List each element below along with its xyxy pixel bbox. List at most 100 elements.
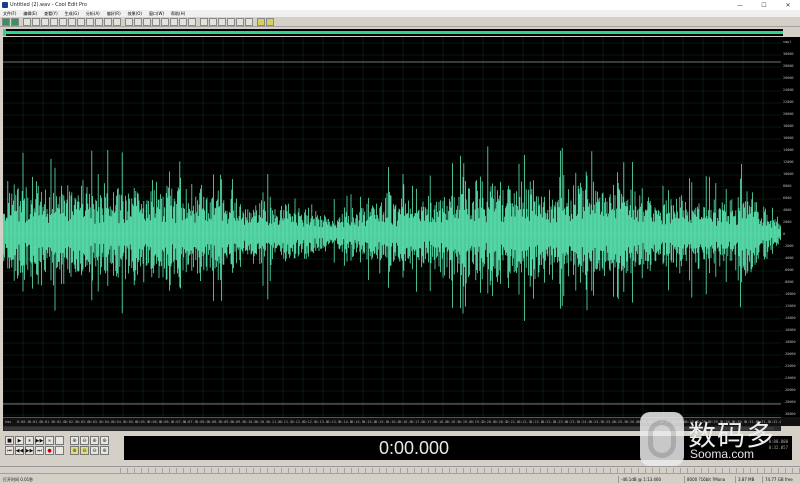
zoom-in-v-icon[interactable]: ⊖ xyxy=(90,446,99,455)
save-button[interactable] xyxy=(41,17,49,26)
minimize-button[interactable]: — xyxy=(728,0,752,10)
ruler-label: 0:20.5 xyxy=(494,420,508,424)
metronome-button[interactable] xyxy=(200,17,208,26)
mix-paste-button[interactable] xyxy=(95,17,103,26)
cue-button[interactable] xyxy=(179,17,187,26)
ruler-label: 0:12.0 xyxy=(291,420,305,424)
play-button[interactable]: ▶ xyxy=(15,436,24,445)
zoom-out-h-icon[interactable]: ⊖ xyxy=(80,436,89,445)
scale-label: -10000 xyxy=(783,292,796,296)
scale-label: 6000 xyxy=(783,196,792,200)
ruler-label: 0:25.0 xyxy=(601,420,615,424)
multi-1-button[interactable] xyxy=(257,17,265,26)
ruler-label: 0:19.0 xyxy=(458,420,472,424)
redo-button[interactable] xyxy=(59,17,67,26)
pause-button[interactable]: ⏸ xyxy=(25,436,34,445)
play-list-button[interactable] xyxy=(188,17,196,26)
zoom-out-button[interactable] xyxy=(134,17,142,26)
blank-button-2[interactable] xyxy=(55,446,64,455)
play-to-end-button[interactable]: ▶▶ xyxy=(35,436,44,445)
spectral-button[interactable] xyxy=(143,17,151,26)
ruler-label: 0:23.5 xyxy=(566,420,579,424)
wave-4-button[interactable] xyxy=(245,17,253,26)
zoom-buttons: ⊕ ⊖ ⊕ ⊕ ⊕ ⊖ ⊖ ⊕ xyxy=(70,436,109,455)
copy-button[interactable] xyxy=(77,17,85,26)
scale-label: -18000 xyxy=(783,340,796,344)
overview-bar[interactable] xyxy=(3,29,783,36)
menu-help[interactable]: 帮助(H) xyxy=(171,11,185,17)
wave-2-button[interactable] xyxy=(227,17,235,26)
ruler-label: 0:17.0 xyxy=(410,420,424,424)
waveform-display[interactable] xyxy=(3,37,781,417)
multi-2-button[interactable] xyxy=(266,17,274,26)
menu-favorites[interactable]: 偏好(R) xyxy=(107,11,121,17)
scale-label: -24000 xyxy=(783,376,796,380)
settings-button[interactable] xyxy=(152,17,160,26)
wave-view-button[interactable] xyxy=(11,17,19,26)
scale-label: 16000 xyxy=(783,136,794,140)
ruler-label: 0:01.0 xyxy=(28,420,42,424)
open-button[interactable] xyxy=(32,17,40,26)
record-button[interactable]: ● xyxy=(45,446,54,455)
menu-effects[interactable]: 效果(O) xyxy=(128,11,142,17)
go-start-button[interactable]: ⏮ xyxy=(5,446,14,455)
app-icon xyxy=(2,2,8,8)
blank-button[interactable] xyxy=(55,436,64,445)
scale-label: -16000 xyxy=(783,328,796,332)
track-view-button[interactable] xyxy=(2,17,10,26)
forward-button[interactable]: ▶▶ xyxy=(25,446,34,455)
rewind-button[interactable]: ◀◀ xyxy=(15,446,24,455)
menu-edit[interactable]: 编辑(E) xyxy=(23,11,37,17)
scale-label: 10000 xyxy=(783,172,794,176)
window-title: Untitled (2).wav - Cool Edit Pro xyxy=(10,2,87,8)
paste-button[interactable] xyxy=(86,17,94,26)
waveform-svg xyxy=(3,37,781,417)
scan-button[interactable] xyxy=(170,17,178,26)
ruler-label: 0:20.0 xyxy=(482,420,496,424)
menu-window[interactable]: 窗口(W) xyxy=(149,11,164,17)
go-end-button[interactable]: ⏭ xyxy=(35,446,44,455)
scale-label: 12000 xyxy=(783,160,794,164)
crop-button[interactable] xyxy=(104,17,112,26)
scale-label: -20000 xyxy=(783,352,796,356)
record-level-button[interactable] xyxy=(209,17,217,26)
silence-button[interactable] xyxy=(113,17,121,26)
ruler-label: 0:15.0 xyxy=(363,420,376,424)
maximize-button[interactable]: ☐ xyxy=(752,0,776,10)
menu-analyze[interactable]: 分析(A) xyxy=(86,11,100,17)
overview-handle[interactable] xyxy=(3,29,6,36)
zoom-selection-icon[interactable]: ⊕ xyxy=(100,436,109,445)
ruler-label: 0:13.5 xyxy=(327,420,340,424)
ruler-label: 0:21.5 xyxy=(518,420,531,424)
undo-button[interactable] xyxy=(50,17,58,26)
ruler-label: 0:11.5 xyxy=(279,420,293,424)
zoom-full-icon[interactable]: ⊕ xyxy=(90,436,99,445)
menu-generate[interactable]: 生成(G) xyxy=(65,11,79,17)
scale-label: 14000 xyxy=(783,148,794,152)
ruler-label: 0:03.0 xyxy=(76,420,90,424)
sample-scale: smpl 30000 28000 26000 24000 22000 20000 18000 1… xyxy=(781,37,800,417)
scale-label: 2000 xyxy=(783,220,792,224)
ruler-label: 0:24.0 xyxy=(578,420,591,424)
zoom-right-icon[interactable]: ⊖ xyxy=(80,446,89,455)
loop-button[interactable] xyxy=(161,17,169,26)
zoom-in-h-icon[interactable]: ⊕ xyxy=(70,436,79,445)
zoom-out-v-icon[interactable]: ⊕ xyxy=(100,446,109,455)
ruler-label: 0:10.5 xyxy=(255,420,269,424)
ruler-label: 0:14.0 xyxy=(339,420,352,424)
cut-button[interactable] xyxy=(68,17,76,26)
wave-1-button[interactable] xyxy=(218,17,226,26)
wave-3-button[interactable] xyxy=(236,17,244,26)
menu-view[interactable]: 查看(Y) xyxy=(44,11,58,17)
zoom-left-icon[interactable]: ⊕ xyxy=(70,446,79,455)
ruler-label: 0:10.0 xyxy=(243,420,257,424)
zoom-in-button[interactable] xyxy=(125,17,133,26)
scale-label: -6000 xyxy=(783,268,794,272)
status-level: -46.1dB @ 1:13.460 xyxy=(618,476,661,483)
stop-button[interactable]: ■ xyxy=(5,436,14,445)
new-button[interactable] xyxy=(23,17,31,26)
close-button[interactable]: ✕ xyxy=(776,0,800,10)
loop-button[interactable]: ∞ xyxy=(45,436,54,445)
ruler-label: 0:24.5 xyxy=(589,420,603,424)
menu-file[interactable]: 文件(F) xyxy=(3,11,16,17)
